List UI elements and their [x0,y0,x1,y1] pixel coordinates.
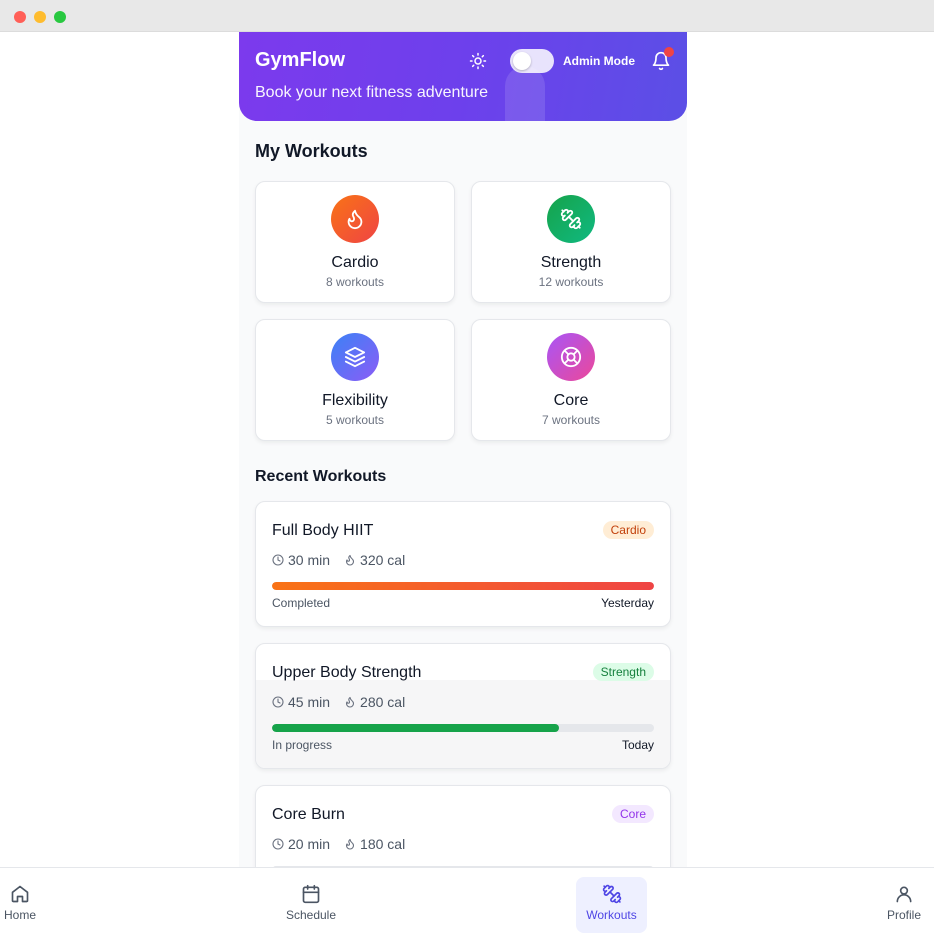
category-name: Core [553,392,589,409]
dumbbell-icon [602,884,621,904]
category-badge: Core [611,805,654,823]
category-card-core[interactable]: Core 7 workouts [471,319,671,441]
workout-card-upper-body-strength[interactable]: Upper Body Strength Strength 45 min 280 … [255,643,671,769]
workout-meta: 45 min 280 cal [272,694,405,710]
clock-icon [272,838,284,850]
workout-meta: 20 min 180 cal [272,836,405,852]
progress-fill [272,724,559,732]
clock-icon [272,554,284,566]
my-workouts-title: My Workouts [255,141,368,161]
nav-label: Workouts [586,908,637,922]
category-badge: Strength [592,663,654,681]
category-count: 7 workouts [541,413,601,427]
nav-label: Schedule [285,908,337,922]
clock-icon [272,696,284,708]
category-name: Cardio [331,254,379,271]
workout-calories: 320 cal [360,552,406,568]
progress-bar [272,724,654,732]
user-icon [896,886,912,903]
nav-item-profile[interactable]: Profile [883,877,925,933]
nav-label: Profile [886,908,921,922]
flame-icon [331,195,379,243]
admin-mode-label: Admin Mode [563,54,635,68]
workout-date: Today [621,738,654,752]
app-tagline: Book your next fitness adventure [255,84,489,101]
admin-mode-toggle[interactable] [510,49,554,73]
progress-fill [272,582,654,590]
workout-calories: 280 cal [360,694,406,710]
home-icon [11,885,29,903]
workout-duration: 20 min [288,836,331,852]
workout-duration: 30 min [288,552,331,568]
category-count: 5 workouts [325,413,385,427]
nav-item-workouts[interactable]: Workouts [576,877,647,933]
notification-dot [664,47,674,57]
workout-title: Core Burn [272,806,345,823]
app-screen: GymFlow Book your next fitness adventure… [239,32,687,868]
category-card-strength[interactable]: Strength 12 workouts [471,181,671,303]
workout-meta: 30 min 320 cal [272,552,405,568]
app-header: GymFlow Book your next fitness adventure… [239,32,687,121]
workout-card-full-body-hiit[interactable]: Full Body HIIT Cardio 30 min 320 cal Com… [255,501,671,627]
flame-icon [345,696,355,708]
close-window-button[interactable] [14,11,26,23]
workout-calories: 180 cal [360,836,406,852]
toggle-knob [513,52,531,70]
minimize-window-button[interactable] [34,11,46,23]
app-brand: GymFlow [255,49,346,71]
workout-card-core-burn[interactable]: Core Burn Core 20 min 180 cal [255,785,671,868]
recent-workouts-title: Recent Workouts [255,468,387,485]
category-badge: Cardio [602,521,654,539]
bottom-nav: Home Schedule Workouts Profile [0,867,934,934]
workout-date: Yesterday [601,596,654,610]
workout-duration: 45 min [288,694,331,710]
category-card-flexibility[interactable]: Flexibility 5 workouts [255,319,455,441]
maximize-window-button[interactable] [54,11,66,23]
layers-icon [331,333,379,381]
nav-label: Home [3,908,36,922]
category-count: 8 workouts [325,275,385,289]
workout-status: In progress [272,738,333,752]
nav-item-schedule[interactable]: Schedule [280,877,342,933]
calendar-icon [302,884,320,904]
window-titlebar [0,0,934,32]
category-card-cardio[interactable]: Cardio 8 workouts [255,181,455,303]
workout-status: Completed [272,596,331,610]
flame-icon [345,554,355,566]
sun-icon[interactable] [469,52,487,70]
dumbbell-icon [547,195,595,243]
lifebuoy-icon [547,333,595,381]
nav-item-home[interactable]: Home [0,877,40,933]
category-count: 12 workouts [538,275,604,289]
workout-title: Upper Body Strength [272,664,422,681]
category-name: Strength [540,254,602,271]
progress-bar [272,582,654,590]
workout-title: Full Body HIIT [272,522,374,539]
flame-icon [345,838,355,850]
category-name: Flexibility [322,392,388,409]
header-decoration [505,66,545,121]
